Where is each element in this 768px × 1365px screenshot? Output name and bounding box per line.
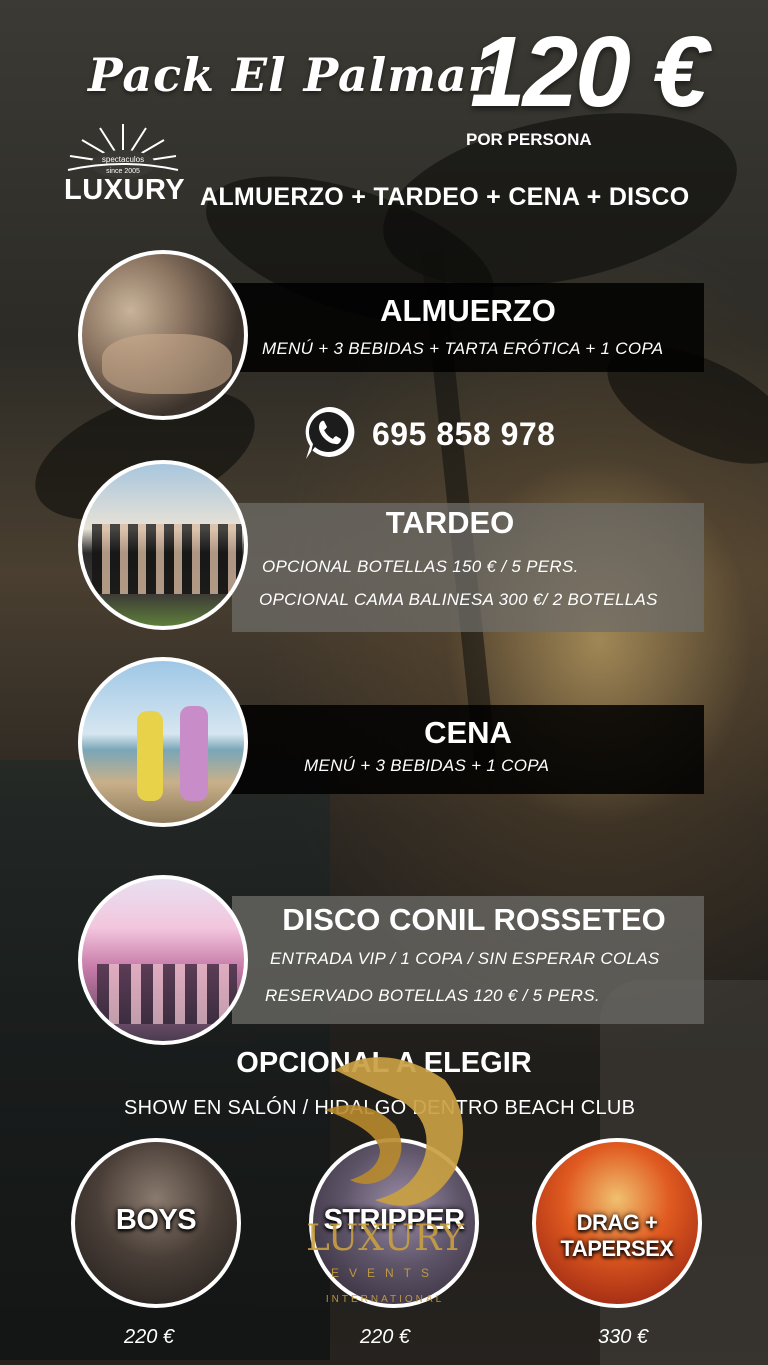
show-price: 220 € (124, 1326, 175, 1348)
section-band-cena: CENA MENÚ + 3 BEBIDAS + 1 COPA (232, 705, 704, 794)
photo-detail (137, 711, 163, 801)
section-band-tardeo: TARDEO OPCIONAL BOTELLAS 150 € / 5 PERS.… (232, 503, 704, 632)
price-note: POR PERSONA (466, 130, 592, 149)
section-line: MENÚ + 3 BEBIDAS + TARTA ERÓTICA + 1 COP… (262, 339, 664, 358)
show-boys[interactable]: BOYS (71, 1138, 241, 1308)
section-band-almuerzo: ALMUERZO MENÚ + 3 BEBIDAS + TARTA ERÓTIC… (232, 283, 704, 372)
logo-arc-text: spectaculos (102, 155, 144, 164)
photo-detail (102, 334, 232, 394)
section-line: RESERVADO BOTELLAS 120 € / 5 PERS. (265, 986, 600, 1005)
show-price: 330 € (598, 1326, 649, 1348)
show-label: DRAG + TAPERSEX (560, 1210, 674, 1261)
luxury-events-watermark: LUXURY EVENTS INTERNATIONAL (295, 1050, 475, 1310)
luxury-logo: spectaculos since 2005 LUXURY (60, 118, 186, 213)
section-title: DISCO CONIL ROSSETEO (282, 902, 666, 937)
sun-rays-icon: spectaculos since 2005 (67, 124, 179, 178)
section-band-disco: DISCO CONIL ROSSETEO ENTRADA VIP / 1 COP… (232, 896, 704, 1024)
photo-tardeo (78, 460, 248, 630)
section-line: MENÚ + 3 BEBIDAS + 1 COPA (304, 756, 550, 775)
section-title: ALMUERZO (380, 293, 556, 328)
photo-detail (180, 706, 208, 801)
section-title: CENA (424, 715, 512, 750)
photo-almuerzo (78, 250, 248, 420)
watermark-line2: INTERNATIONAL (326, 1294, 444, 1305)
photo-disco (78, 875, 248, 1045)
section-title: TARDEO (385, 505, 515, 540)
logo-word: LUXURY (64, 174, 186, 206)
section-line: OPCIONAL CAMA BALINESA 300 €/ 2 BOTELLAS (259, 590, 658, 609)
show-price: 220 € (360, 1326, 411, 1348)
section-line: ENTRADA VIP / 1 COPA / SIN ESPERAR COLAS (270, 949, 660, 968)
show-drag[interactable]: DRAG + TAPERSEX (532, 1138, 702, 1308)
watermark-word: LUXURY (306, 1218, 465, 1259)
phoenix-logo-icon: LUXURY EVENTS INTERNATIONAL (306, 1057, 465, 1305)
show-label: BOYS (115, 1204, 197, 1236)
photo-detail (92, 524, 242, 594)
photo-detail (97, 964, 237, 1024)
price: 120 € (470, 16, 708, 128)
page-title: Pack El Palmar (88, 48, 493, 102)
section-line: OPCIONAL BOTELLAS 150 € / 5 PERS. (262, 557, 579, 576)
phone-number[interactable]: 695 858 978 (372, 416, 555, 453)
pack-subtitle: ALMUERZO + TARDEO + CENA + DISCO (200, 183, 690, 211)
photo-cena (78, 657, 248, 827)
whatsapp-icon[interactable] (300, 403, 358, 461)
watermark-line1: EVENTS (331, 1266, 439, 1280)
